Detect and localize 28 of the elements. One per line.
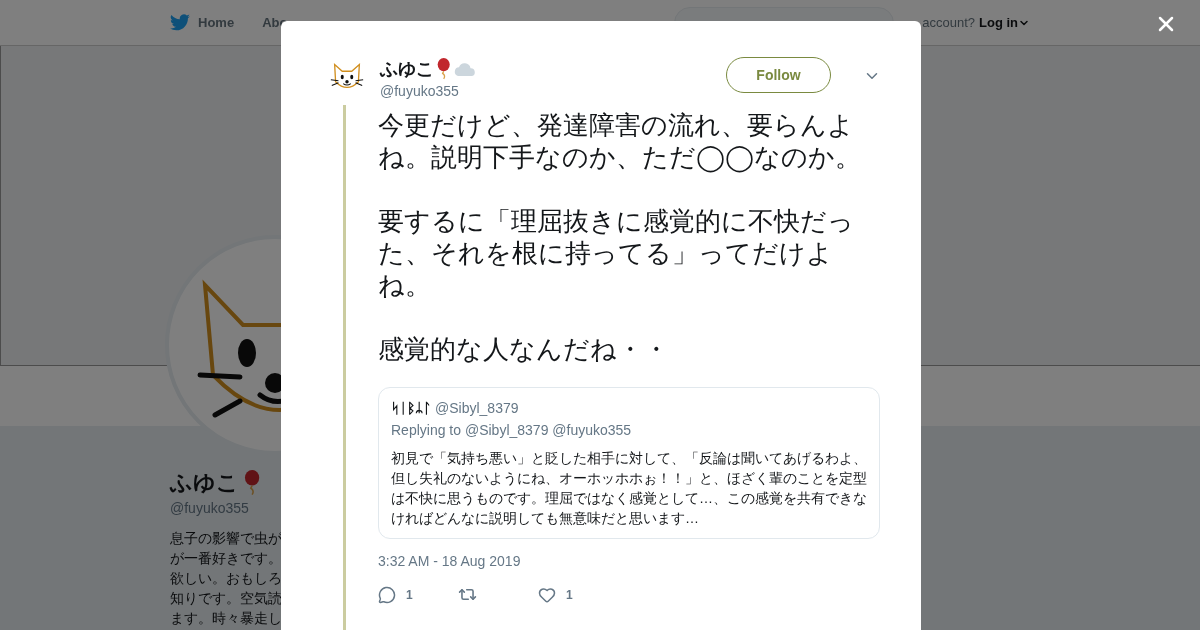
balloon-icon [436, 58, 452, 80]
bio-line: 知りです。空気読 [170, 589, 282, 608]
bio-line: ます。時々暴走し [170, 609, 282, 628]
balloon-icon [243, 470, 262, 496]
replying-to-text: Replying to @Sibyl_8379 @fuyuko355 [391, 422, 633, 438]
reply-icon[interactable] [378, 585, 396, 604]
follow-button[interactable]: Follow [726, 57, 831, 93]
bio-line: 欲しい。おもしろ [170, 569, 282, 588]
user-handle: @fuyuko355 [380, 83, 460, 99]
action-count: 1 [566, 587, 573, 602]
bird-logo-icon [170, 14, 190, 31]
tweet-text: 要するに「理屈抜きに感覚的に不快だった、それを根に持ってる」ってだけよね。 [378, 205, 855, 301]
quoted-tweet[interactable]: ᛋᛁᛒᛦᛚ @Sibyl_8379 Replying to @Sibyl_8379 @fuyuko355 初見で「気持ち悪い」と貶した相手に対して、「反論は聞いてあげるわよ、但し失礼のないようにね、オーホッホホぉ！！」と、ほざく輩のことを定型は不快に思うものです。理屈ではなく感覚として…、この感覚を共有できなければどんなに説明しても無意味だと思います… [378, 387, 880, 539]
action-count: 1 [406, 587, 413, 602]
quoted-user-handle: @Sibyl_8379 [435, 400, 519, 416]
profile-handle: @fuyuko355 [170, 500, 249, 516]
tweet-timestamp: 3:32 AM - 18 Aug 2019 [378, 553, 522, 569]
nav-link[interactable]: Home [170, 14, 235, 31]
quoted-tweet-text: 初見で「気持ち悪い」と貶した相手に対して、「反論は聞いてあげるわよ、但し失礼のないようにね、オーホッホホぉ！！」と、ほざく輩のことを定型は不快に思うものです。理屈ではなく感覚として…、この感覚を共有できなければどんなに説明しても無意味だと思います… [391, 449, 867, 528]
profile-name: ふゆこ [170, 469, 239, 497]
account-prompt: account? [922, 15, 975, 30]
user-name: ふゆこ [380, 58, 434, 81]
quoted-user-name: ᛋᛁᛒᛦᛚ [391, 400, 431, 416]
heart-icon[interactable] [538, 585, 556, 604]
tweet-text: 感覚的な人なんだね・・ [378, 333, 670, 365]
login-link[interactable]: Log in [979, 15, 1030, 30]
bio-line: が一番好きです。 [170, 549, 282, 568]
tweet-text: 今更だけど、発達障害の流れ、要らんよね。説明下手なのか、ただ◯◯なのか。 [378, 109, 863, 173]
